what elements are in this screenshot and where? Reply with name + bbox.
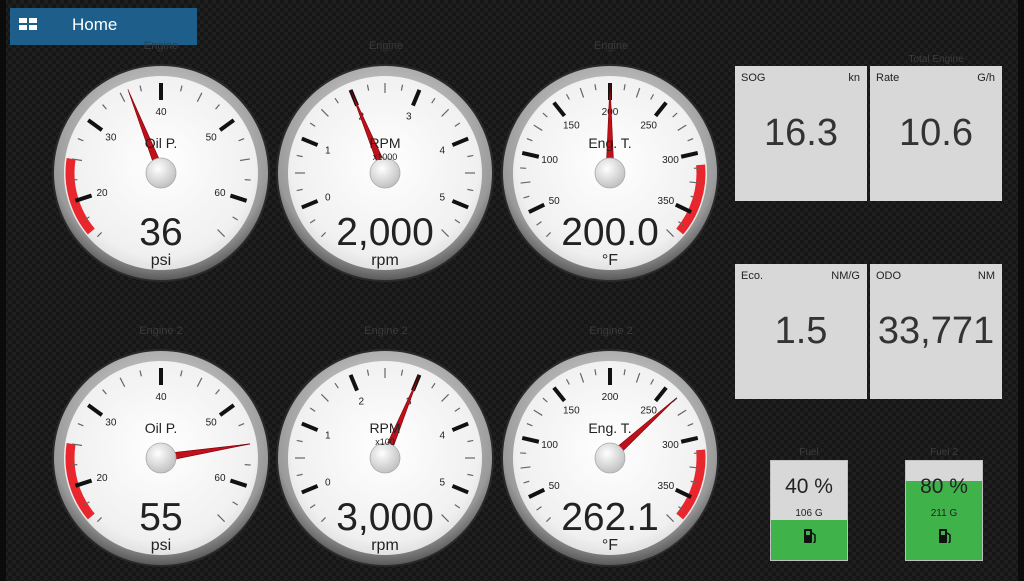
gauge-value: 200.0	[561, 211, 659, 254]
eco-label: Eco.	[741, 270, 764, 282]
eco-unit: NM/G	[831, 270, 860, 282]
gauge-tick-label: 300	[662, 440, 679, 451]
gauge-tick-label: 350	[658, 196, 675, 207]
oil-pressure-gauge-2: 20 30 40 50 60 Oil P. 55 psi	[51, 348, 271, 568]
fuel-gallons: 211 G	[930, 508, 958, 519]
fuel-percent: 80 %	[920, 475, 968, 498]
oil-pressure-gauge: 20 30 40 50 60 Oil P. 36 psi	[51, 63, 271, 283]
gauge-tick-label: 40	[155, 392, 167, 403]
gauge-unit: rpm	[371, 252, 399, 269]
rate-label: Rate	[876, 72, 900, 84]
fuel-pump-icon	[939, 529, 951, 544]
gauge-title: Engine	[143, 40, 179, 52]
gauge-unit: rpm	[371, 537, 399, 554]
odo-label: ODO	[876, 270, 902, 282]
eco-box: Eco. NM/G 1.5	[735, 264, 867, 399]
gauge-unit: °F	[601, 252, 619, 269]
gauge-label: Oil P.	[144, 135, 178, 151]
gauge-tick-label: 300	[662, 155, 679, 166]
gauge-tick-label: 5	[439, 193, 445, 204]
fuel-gallons: 106 G	[795, 508, 823, 519]
rate-value: 10.6	[899, 112, 973, 154]
gauge-hub	[145, 157, 177, 189]
gauge-label: RPM	[369, 135, 401, 151]
gauge-tick-label: 20	[96, 188, 108, 199]
rate-unit: G/h	[977, 72, 995, 84]
fuel-tank: 40 % 106 G	[770, 460, 848, 561]
engine-temp-gauge-2: 50 100 150 200 250 300 350 Eng. T. 262.1 °F	[500, 348, 720, 568]
sog-unit: kn	[848, 72, 860, 84]
gauge-unit: psi	[150, 252, 172, 269]
gauge-tick-label: 60	[214, 473, 226, 484]
odo-value: 33,771	[877, 310, 995, 352]
odo-box: ODO NM 33,771	[870, 264, 1002, 399]
gauge-label: RPM	[369, 420, 401, 436]
gauge-hub	[369, 157, 401, 189]
gauge-title: Engine 2	[139, 325, 183, 337]
gauge-tick-label: 150	[563, 406, 580, 417]
gauge-sub-label: x100	[375, 437, 395, 447]
gauge-sub-label: x1000	[372, 152, 398, 162]
gauge-unit: psi	[150, 537, 172, 554]
gauge-tick-label: 50	[549, 196, 561, 207]
gauge-tick-label: 100	[541, 155, 558, 166]
gauge-label: Eng. T.	[588, 420, 632, 436]
gauge-value: 3,000	[336, 496, 434, 539]
gauge-tick-label: 20	[96, 473, 108, 484]
gauge-tick-label: 250	[640, 406, 657, 417]
rate-box: Rate G/h 10.6	[870, 66, 1002, 201]
eco-value: 1.5	[774, 310, 828, 352]
gauge-value: 262.1	[561, 496, 659, 539]
gauge-tick-label: 50	[549, 481, 561, 492]
gauge-tick-label: 5	[439, 478, 445, 489]
total-engine-title: Total Engine	[908, 54, 964, 65]
fuel-pump-icon	[804, 529, 816, 544]
fuel-title: Fuel 2	[930, 447, 958, 458]
rpm-gauge-2: 012345 RPM x100 3,000 rpm	[275, 348, 495, 568]
gauge-tick-label: 100	[541, 440, 558, 451]
fuel-tank-2: 80 % 211 G	[905, 460, 983, 561]
gauge-tick-label: 350	[658, 481, 675, 492]
gauge-tick-label: 200	[602, 392, 619, 403]
gauge-hub	[594, 157, 626, 189]
grid-icon	[19, 18, 37, 31]
gauge-tick-label: 150	[563, 121, 580, 132]
gauge-tick-label: 250	[640, 121, 657, 132]
gauge-hub	[145, 442, 177, 474]
gauge-value: 36	[139, 211, 183, 254]
gauge-title: Engine	[368, 40, 404, 52]
gauge-tick-label: 3	[406, 112, 412, 123]
gauge-title: Engine 2	[589, 325, 633, 337]
gauge-label: Eng. T.	[588, 135, 632, 151]
gauge-title: Engine	[593, 40, 629, 52]
gauge-title: Engine 2	[364, 325, 408, 337]
gauge-tick-label: 40	[155, 107, 167, 118]
fuel-percent: 40 %	[785, 475, 833, 498]
gauge-unit: °F	[601, 537, 619, 554]
page-title: Home	[72, 14, 118, 34]
gauge-tick-label: 60	[214, 188, 226, 199]
sog-label: SOG	[741, 72, 766, 84]
gauge-value: 55	[139, 496, 183, 539]
gauge-tick-label: 0	[325, 193, 331, 204]
gauge-value: 2,000	[336, 211, 434, 254]
sog-box: SOG kn 16.3	[735, 66, 867, 201]
gauge-label: Oil P.	[144, 420, 178, 436]
gauge-hub	[369, 442, 401, 474]
gauge-tick-label: 2	[358, 397, 364, 408]
gauge-tick-label: 0	[325, 478, 331, 489]
odo-unit: NM	[977, 270, 995, 282]
sog-value: 16.3	[764, 112, 838, 154]
engine-temp-gauge: 50100150200250300350 Eng. T. 200.0 °F	[500, 63, 720, 283]
rpm-gauge: 012345 RPM x1000 2,000 rpm	[275, 63, 495, 283]
gauge-hub	[594, 442, 626, 474]
fuel-title: Fuel	[799, 447, 819, 458]
